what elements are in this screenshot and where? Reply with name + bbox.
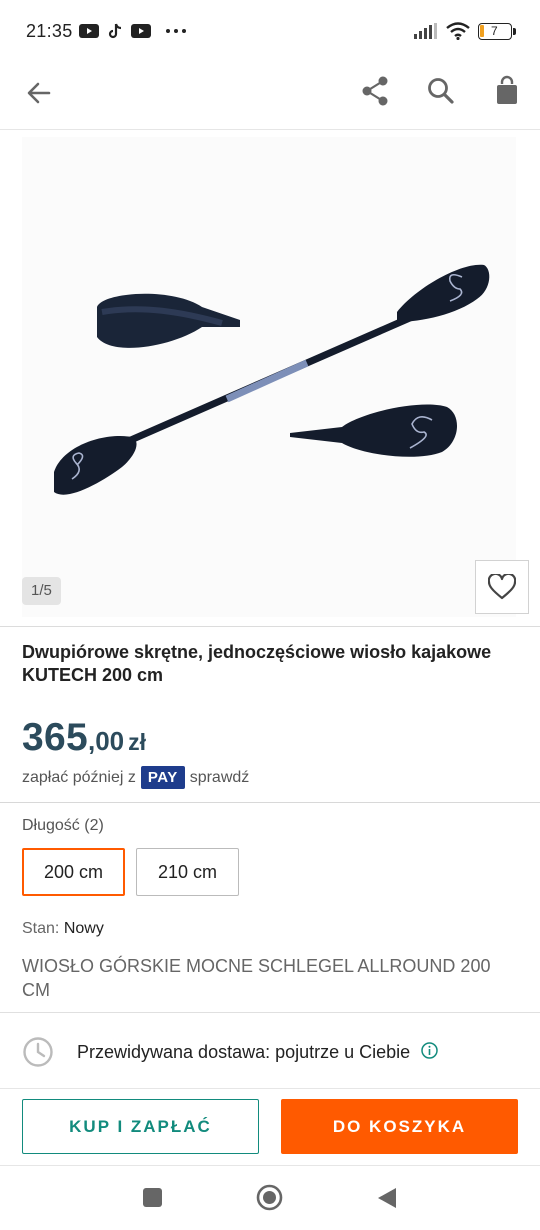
status-system-icons: 7 xyxy=(414,22,516,40)
pay-later-row[interactable]: zapłać później z PAY sprawdź xyxy=(22,766,249,789)
top-app-bar xyxy=(0,62,540,130)
tiktok-icon xyxy=(108,23,121,38)
product-title: Dwupiórowe skrętne, jednoczęściowe wiosł… xyxy=(22,642,492,685)
product-price: 365,00 zł xyxy=(22,716,146,760)
price-cents: ,00 xyxy=(87,726,125,756)
product-image[interactable] xyxy=(22,137,516,617)
search-button[interactable] xyxy=(424,74,458,108)
gallery-counter: 1/5 xyxy=(22,577,61,605)
battery-icon: 7 xyxy=(478,22,516,40)
pay-badge: PAY xyxy=(140,766,185,789)
favorite-button[interactable] xyxy=(475,560,529,614)
clock-icon xyxy=(23,1037,53,1067)
system-nav-bar xyxy=(0,1166,540,1230)
condition-row: Stan: Nowy xyxy=(22,920,104,938)
product-subtitle: WIOSŁO GÓRSKIE MOCNE SCHLEGEL ALLROUND 2… xyxy=(22,956,491,1000)
youtube-icon xyxy=(130,24,151,38)
condition-label: Stan: xyxy=(22,920,60,937)
more-dots-icon xyxy=(165,29,186,33)
variant-option-210[interactable]: 210 cm xyxy=(136,848,239,896)
product-gallery[interactable]: 1/5 xyxy=(0,131,540,627)
variant-option-200[interactable]: 200 cm xyxy=(22,848,125,896)
recent-apps-icon[interactable] xyxy=(143,1188,162,1207)
pay-later-prefix: zapłać później z xyxy=(22,768,136,786)
add-to-cart-button[interactable]: DO KOSZYKA xyxy=(281,1099,518,1154)
variant-label: Długość (2) xyxy=(22,817,104,834)
wifi-icon xyxy=(446,22,470,40)
price-currency: zł xyxy=(128,729,147,755)
status-bar: 21:35 7 xyxy=(0,0,540,62)
heart-icon xyxy=(488,574,516,600)
home-icon[interactable] xyxy=(256,1184,283,1211)
status-time: 21:35 xyxy=(26,20,73,41)
back-button[interactable] xyxy=(22,76,56,110)
signal-icon xyxy=(414,23,437,39)
buy-now-button[interactable]: KUP I ZAPŁAĆ xyxy=(22,1099,259,1154)
divider xyxy=(0,1088,540,1089)
back-triangle-icon[interactable] xyxy=(376,1186,398,1210)
shopping-bag-icon xyxy=(497,75,517,104)
youtube-icon xyxy=(78,24,99,38)
delivery-text: Przewidywana dostawa: pojutrze u Ciebie xyxy=(77,1042,411,1062)
back-arrow-icon xyxy=(27,82,51,104)
search-icon xyxy=(428,78,454,104)
share-icon xyxy=(362,76,388,106)
share-button[interactable] xyxy=(358,74,392,108)
kayak-paddle-image xyxy=(54,264,490,495)
battery-level: 7 xyxy=(491,23,498,38)
delivery-text-row: Przewidywana dostawa: pojutrze u Ciebie xyxy=(77,1042,438,1063)
delivery-row[interactable]: Przewidywana dostawa: pojutrze u Ciebie xyxy=(0,1013,540,1089)
cart-button[interactable] xyxy=(490,74,524,108)
divider xyxy=(0,802,540,803)
status-notification-icons xyxy=(78,23,187,40)
pay-later-link[interactable]: sprawdź xyxy=(190,769,250,787)
price-main: 365 xyxy=(22,716,88,759)
condition-value: Nowy xyxy=(63,920,104,937)
info-icon[interactable] xyxy=(421,1042,438,1059)
